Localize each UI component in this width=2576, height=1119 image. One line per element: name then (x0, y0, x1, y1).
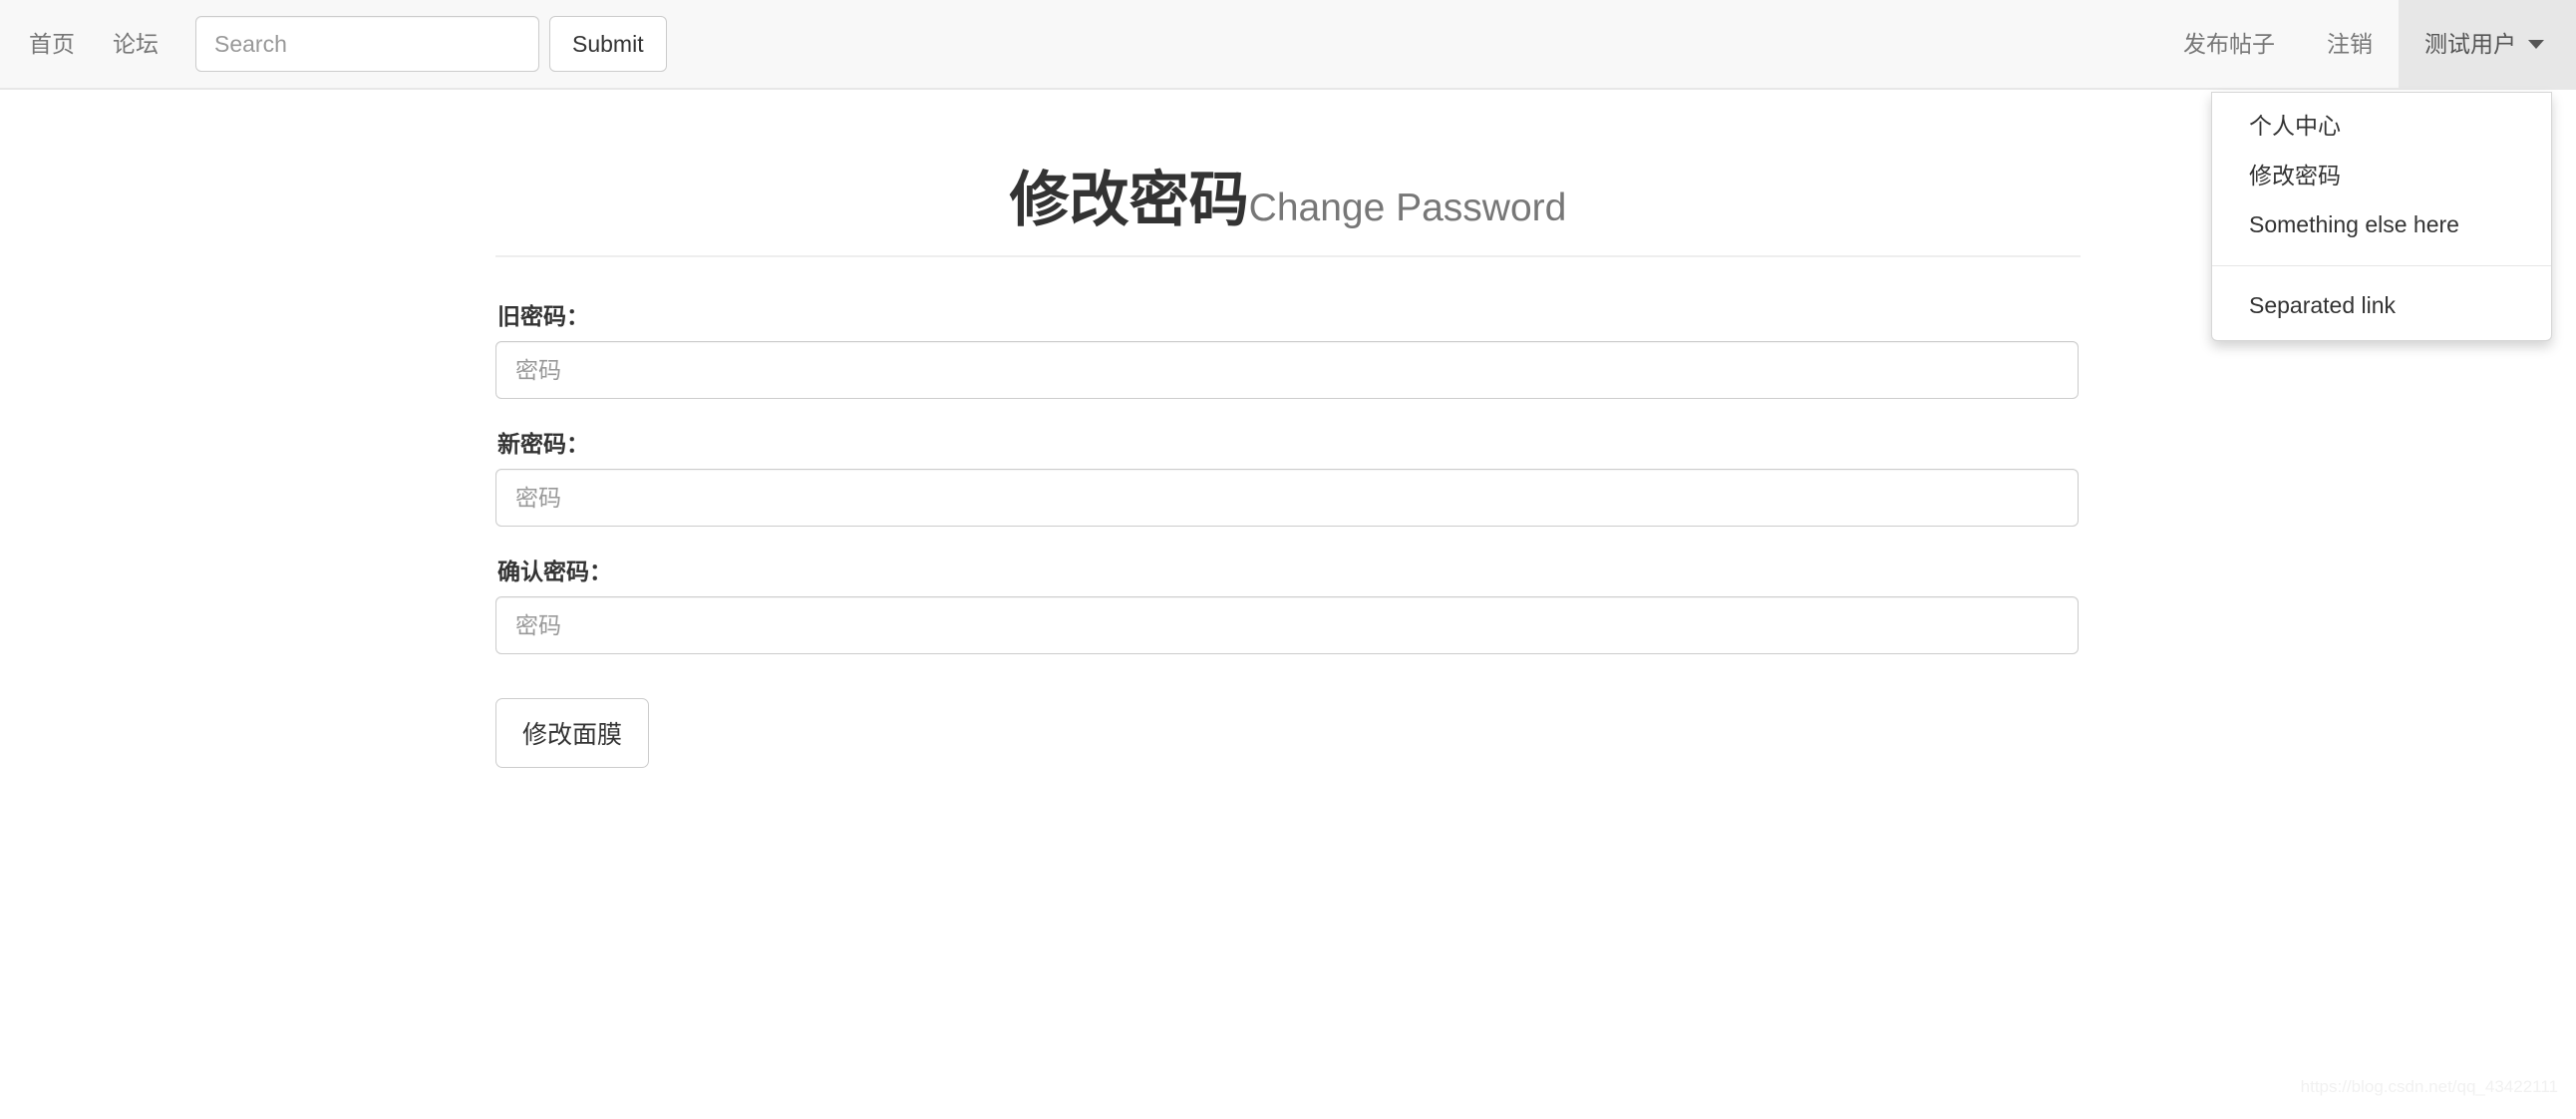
confirm-password-field[interactable] (495, 596, 2079, 654)
navbar-right-section: 发布帖子 注销 测试用户 (2157, 0, 2576, 89)
search-input[interactable] (195, 16, 539, 72)
old-password-label: 旧密码： (497, 303, 589, 329)
page-title: 修改密码 (1009, 167, 1249, 233)
nav-link-home[interactable]: 首页 (10, 0, 94, 89)
new-password-field[interactable] (495, 469, 2079, 527)
nav-link-new-post[interactable]: 发布帖子 (2157, 0, 2301, 89)
user-menu-container: 测试用户 (2399, 0, 2576, 89)
page-subtitle: Change Password (1248, 186, 1567, 229)
dropdown-item-separated-link[interactable]: Separated link (2212, 281, 2551, 331)
navbar: 首页 论坛 Submit 发布帖子 注销 测试用户 (0, 0, 2576, 90)
form-group-new-password: 新密码： (495, 425, 2081, 527)
new-password-label: 新密码： (497, 431, 589, 457)
dropdown-item-something-else[interactable]: Something else here (2212, 200, 2551, 250)
user-menu-label: 测试用户 (2424, 31, 2516, 57)
dropdown-divider (2212, 264, 2551, 266)
dropdown-item-profile[interactable]: 个人中心 (2212, 102, 2551, 152)
main-container: 修改密码Change Password 旧密码： 新密码： 确认密码： 修改面膜 (495, 90, 2081, 768)
navbar-search-form: Submit (195, 16, 667, 72)
form-group-confirm-password: 确认密码： (495, 553, 2081, 654)
chevron-down-icon (2528, 39, 2544, 49)
navbar-left-section: 首页 论坛 Submit (0, 0, 667, 89)
watermark: https://blog.csdn.net/qq_43422111 (2300, 1077, 2558, 1096)
user-menu-toggle[interactable]: 测试用户 (2399, 0, 2576, 89)
confirm-password-label: 确认密码： (497, 559, 612, 584)
dropdown-item-change-password[interactable]: 修改密码 (2212, 152, 2551, 201)
change-password-form: 旧密码： 新密码： 确认密码： 修改面膜 (495, 297, 2081, 768)
page-header: 修改密码Change Password (495, 90, 2081, 257)
search-submit-button[interactable]: Submit (549, 16, 667, 72)
nav-link-forum[interactable]: 论坛 (94, 0, 177, 89)
nav-link-logout[interactable]: 注销 (2301, 0, 2399, 89)
old-password-field[interactable] (495, 341, 2079, 399)
form-group-old-password: 旧密码： (495, 297, 2081, 399)
change-password-submit-button[interactable]: 修改面膜 (495, 698, 650, 768)
user-dropdown-menu: 个人中心 修改密码 Something else here Separated … (2211, 92, 2552, 341)
